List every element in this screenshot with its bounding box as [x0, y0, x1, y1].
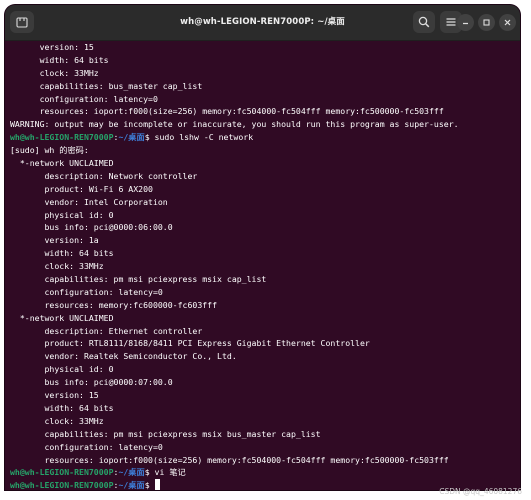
- output-line: *-network UNCLAIMED: [10, 312, 114, 323]
- output-line: vendor: Realtek Semiconductor Co., Ltd.: [10, 351, 237, 362]
- output-line: description: Ethernet controller: [10, 325, 203, 336]
- text-cursor: [154, 479, 160, 490]
- watermark: CSDN @qq_46081276: [439, 487, 522, 496]
- output-line: [sudo] wh 的密码:: [10, 145, 89, 156]
- minimize-icon: [463, 22, 468, 25]
- close-button[interactable]: [499, 14, 516, 31]
- output-line: version: 15: [10, 42, 94, 52]
- search-button[interactable]: [413, 11, 435, 33]
- output-line: physical id: 0: [10, 364, 114, 375]
- prompt-user: wh@wh-LEGION-REN7000P: [10, 480, 114, 490]
- close-icon: [504, 19, 511, 26]
- output-line: capabilities: bus_master cap_list: [10, 80, 203, 91]
- output-line: version: 1a: [10, 235, 99, 246]
- menu-icon: [446, 18, 456, 26]
- output-line: *-network UNCLAIMED: [10, 158, 114, 169]
- output-line: capabilities: pm msi pciexpress msix bus…: [10, 428, 321, 439]
- command-text: vi 笔记: [154, 467, 186, 478]
- prompt-user: wh@wh-LEGION-REN7000P: [10, 132, 114, 143]
- output-line: clock: 33MHz: [10, 261, 104, 272]
- output-line: physical id: 0: [10, 209, 114, 220]
- prompt-symbol: $: [144, 467, 155, 478]
- prompt-line: wh@wh-LEGION-REN7000P:~/桌面$ vi 笔记: [10, 466, 515, 479]
- prompt-path: ~/桌面: [118, 480, 145, 490]
- output-line: width: 64 bits: [10, 248, 114, 259]
- output-line: resources: ioport:f000(size=256) memory:…: [10, 454, 449, 465]
- terminal-window: wh@wh-LEGION-REN7000P: ~/桌面 version: 15 …: [5, 5, 520, 490]
- output-line: clock: 33MHz: [10, 67, 99, 78]
- output-line: vendor: Intel Corporation: [10, 196, 168, 207]
- prompt-symbol: $: [144, 480, 155, 490]
- prompt-symbol: $: [144, 132, 155, 143]
- output-line: WARNING: output may be incomplete or ina…: [10, 119, 459, 130]
- maximize-button[interactable]: [478, 14, 495, 31]
- prompt-line: wh@wh-LEGION-REN7000P:~/桌面$ sudo lshw -C…: [10, 131, 515, 144]
- output-line: resources: memory:fc600000-fc603fff: [10, 299, 218, 310]
- output-line: bus info: pci@0000:06:00.0: [10, 222, 173, 233]
- output-line: description: Network controller: [10, 170, 198, 181]
- prompt-path: ~/桌面: [118, 132, 145, 143]
- title-bar: wh@wh-LEGION-REN7000P: ~/桌面: [5, 5, 520, 41]
- prompt-user: wh@wh-LEGION-REN7000P: [10, 467, 114, 478]
- output-line: bus info: pci@0000:07:00.0: [10, 377, 173, 388]
- output-line: product: RTL8111/8168/8411 PCI Express G…: [10, 338, 370, 349]
- output-line: configuration: latency=0: [10, 286, 163, 297]
- output-line: configuration: latency=0: [10, 441, 163, 452]
- command-text: sudo lshw -C network: [154, 132, 254, 143]
- output-line: clock: 33MHz: [10, 415, 104, 426]
- maximize-icon: [483, 19, 490, 26]
- output-line: product: Wi-Fi 6 AX200: [10, 183, 153, 194]
- output-line: width: 64 bits: [10, 54, 109, 65]
- output-line: version: 15: [10, 390, 99, 401]
- prompt-path: ~/桌面: [118, 467, 145, 478]
- output-line: capabilities: pm msi pciexpress msix cap…: [10, 274, 267, 285]
- output-line: resources: ioport:f000(size=256) memory:…: [10, 106, 444, 117]
- minimize-button[interactable]: [457, 14, 474, 31]
- search-icon: [418, 16, 430, 28]
- terminal-output[interactable]: version: 15 width: 64 bits clock: 33MHz …: [10, 41, 515, 490]
- output-line: width: 64 bits: [10, 402, 114, 413]
- output-line: configuration: latency=0: [10, 93, 158, 104]
